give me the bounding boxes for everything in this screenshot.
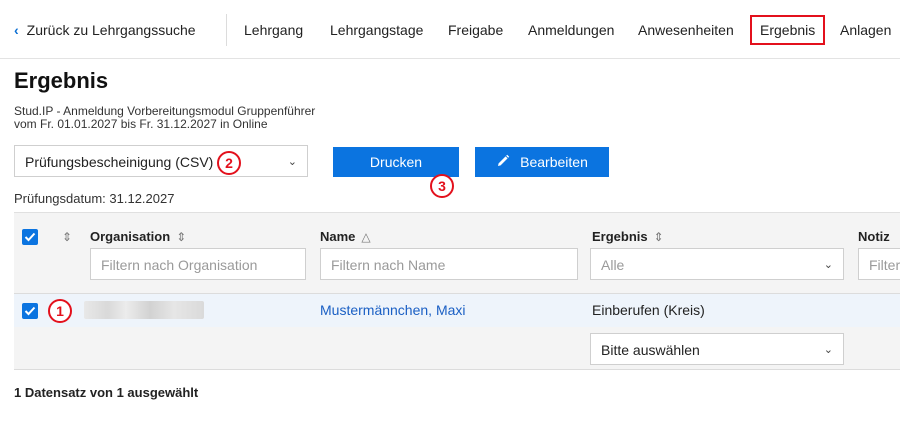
back-to-course-search-link[interactable]: ‹ Zurück zu Lehrgangssuche: [14, 22, 196, 38]
sort-ascending-icon: △: [361, 230, 371, 244]
tab-anmeldungen[interactable]: Anmeldungen: [528, 22, 614, 38]
name-filter-input[interactable]: Filtern nach Name: [320, 248, 578, 280]
pencil-icon: [496, 148, 510, 178]
course-title: Stud.IP - Anmeldung Vorbereitungsmodul G…: [14, 104, 316, 118]
notiz-filter-input[interactable]: Filter: [858, 248, 900, 280]
back-link-label: Zurück zu Lehrgangssuche: [26, 22, 196, 38]
top-navigation: ‹ Zurück zu Lehrgangssuche Lehrgang Lehrg…: [0, 0, 900, 59]
row-checkbox[interactable]: [22, 303, 38, 319]
tab-ergebnis[interactable]: Ergebnis: [750, 15, 826, 45]
row-ergebnis-value: Einberufen (Kreis): [592, 302, 705, 318]
row-result-select-value: Bitte auswählen: [601, 342, 700, 358]
chevron-down-icon: ⌄: [823, 259, 833, 271]
annotation-marker-3: 3: [430, 174, 454, 198]
chevron-left-icon: ‹: [14, 22, 19, 38]
redacted-organisation: [84, 301, 204, 319]
ergebnis-filter-select[interactable]: Alle ⌄: [590, 248, 844, 280]
print-button[interactable]: Drucken: [333, 147, 459, 177]
annotation-marker-2: 2: [217, 151, 241, 175]
name-header-label: Name: [320, 229, 356, 244]
export-type-select[interactable]: Prüfungsbescheinigung (CSV) ⌄: [14, 145, 308, 177]
page-title: Ergebnis: [14, 68, 109, 93]
tab-freigabe[interactable]: Freigabe: [448, 22, 503, 38]
ergebnis-header-label: Ergebnis: [592, 229, 648, 244]
print-button-label: Drucken: [369, 154, 423, 170]
course-date-range: vom Fr. 01.01.2027 bis Fr. 31.12.2027 in…: [14, 117, 268, 131]
tab-lehrgang[interactable]: Lehrgang: [244, 22, 303, 38]
select-all-checkbox[interactable]: [22, 229, 38, 245]
organisation-filter-input[interactable]: Filtern nach Organisation: [90, 248, 306, 280]
column-header-notiz[interactable]: Notiz: [858, 229, 890, 244]
organisation-header-label: Organisation: [90, 229, 171, 244]
sort-column-icon[interactable]: ⇕: [62, 229, 72, 244]
ergebnis-filter-value: Alle: [601, 257, 625, 273]
sort-icon: ⇕: [176, 230, 187, 244]
checkmark-icon: [24, 232, 36, 242]
checkmark-icon: [24, 306, 36, 316]
annotation-marker-1: 1: [48, 299, 72, 323]
export-type-value: Prüfungsbescheinigung (CSV): [25, 154, 214, 170]
chevron-down-icon: ⌄: [823, 344, 833, 356]
column-header-organisation[interactable]: Organisation ⇕: [90, 229, 186, 244]
nav-divider: [226, 14, 227, 46]
participant-name-link[interactable]: Mustermännchen, Maxi: [320, 302, 466, 318]
selection-count: 1 Datensatz von 1 ausgewählt: [14, 385, 199, 400]
tab-anwesenheiten[interactable]: Anwesenheiten: [638, 22, 734, 38]
column-header-name[interactable]: Name △: [320, 229, 371, 244]
edit-button-label: Bearbeiten: [520, 154, 588, 170]
chevron-down-icon: ⌄: [287, 156, 297, 168]
sort-icon: ⇕: [653, 230, 664, 244]
exam-date: Prüfungsdatum: 31.12.2027: [14, 191, 175, 206]
row-result-select[interactable]: Bitte auswählen ⌄: [590, 333, 844, 365]
edit-button[interactable]: Bearbeiten: [475, 147, 609, 177]
column-header-ergebnis[interactable]: Ergebnis ⇕: [592, 229, 664, 244]
tab-anlagen[interactable]: Anlagen: [840, 22, 891, 38]
tab-lehrgangstage[interactable]: Lehrgangstage: [330, 22, 423, 38]
